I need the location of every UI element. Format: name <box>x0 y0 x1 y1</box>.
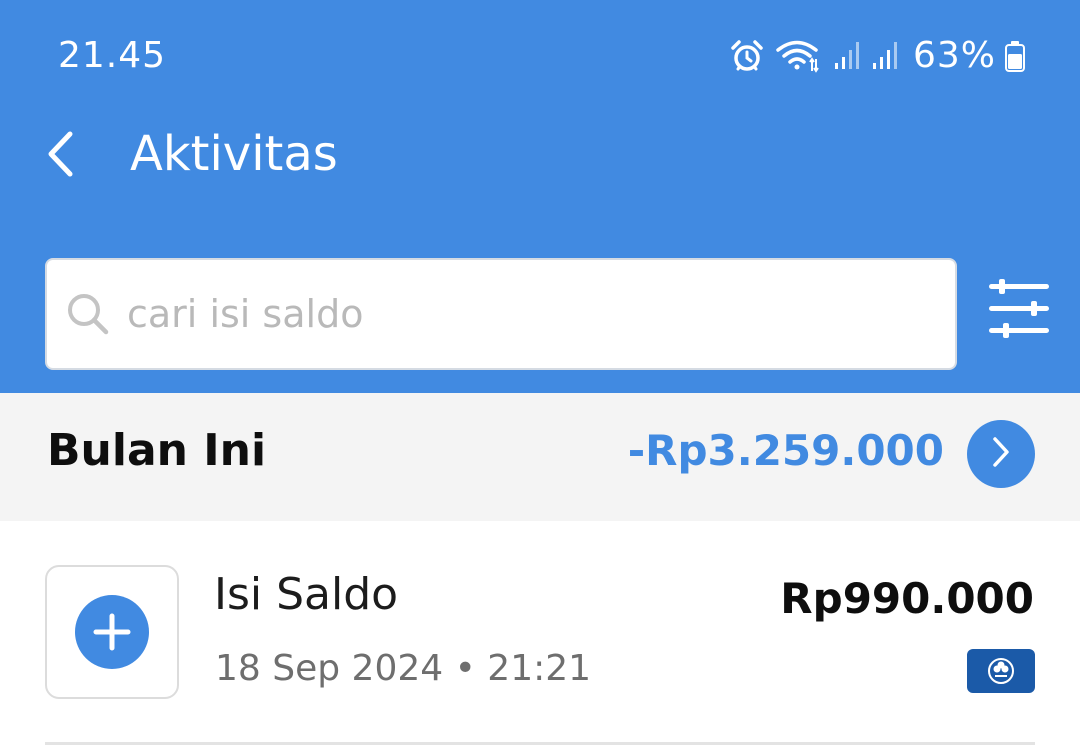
filter-button[interactable] <box>984 272 1054 348</box>
transaction-title: Isi Saldo <box>214 569 399 620</box>
signal-icon <box>871 39 899 73</box>
divider <box>45 742 1035 745</box>
chevron-right-icon <box>991 436 1011 472</box>
transaction-row[interactable]: Isi Saldo 18 Sep 2024 • 21:21 Rp990.000 <box>0 521 1080 747</box>
plus-icon <box>75 595 149 669</box>
wifi-icon <box>775 39 823 73</box>
status-time: 21.45 <box>58 35 167 76</box>
sliders-icon <box>987 276 1051 344</box>
app-header: 21.45 63% Aktivitas cari isi saldo <box>0 0 1080 393</box>
alarm-icon <box>729 39 765 73</box>
search-input[interactable] <box>127 284 907 344</box>
page-title: Aktivitas <box>130 126 338 182</box>
battery-percent: 63% <box>912 35 996 76</box>
month-summary[interactable]: Bulan Ini -Rp3.259.000 <box>0 393 1080 521</box>
battery-icon <box>1004 39 1026 73</box>
search-box[interactable] <box>45 258 957 370</box>
transaction-icon <box>45 565 179 699</box>
search-icon <box>65 291 111 337</box>
transaction-date: 18 Sep 2024 • 21:21 <box>215 648 592 689</box>
month-label: Bulan Ini <box>47 425 267 476</box>
status-icons: 63% <box>729 30 1026 82</box>
signal-icon <box>833 39 861 73</box>
transaction-amount: Rp990.000 <box>780 574 1034 623</box>
back-button[interactable] <box>36 128 84 184</box>
month-total: -Rp3.259.000 <box>627 426 944 475</box>
bank-logo-icon <box>967 649 1035 693</box>
month-detail-button[interactable] <box>967 420 1035 488</box>
chevron-left-icon <box>46 131 74 181</box>
